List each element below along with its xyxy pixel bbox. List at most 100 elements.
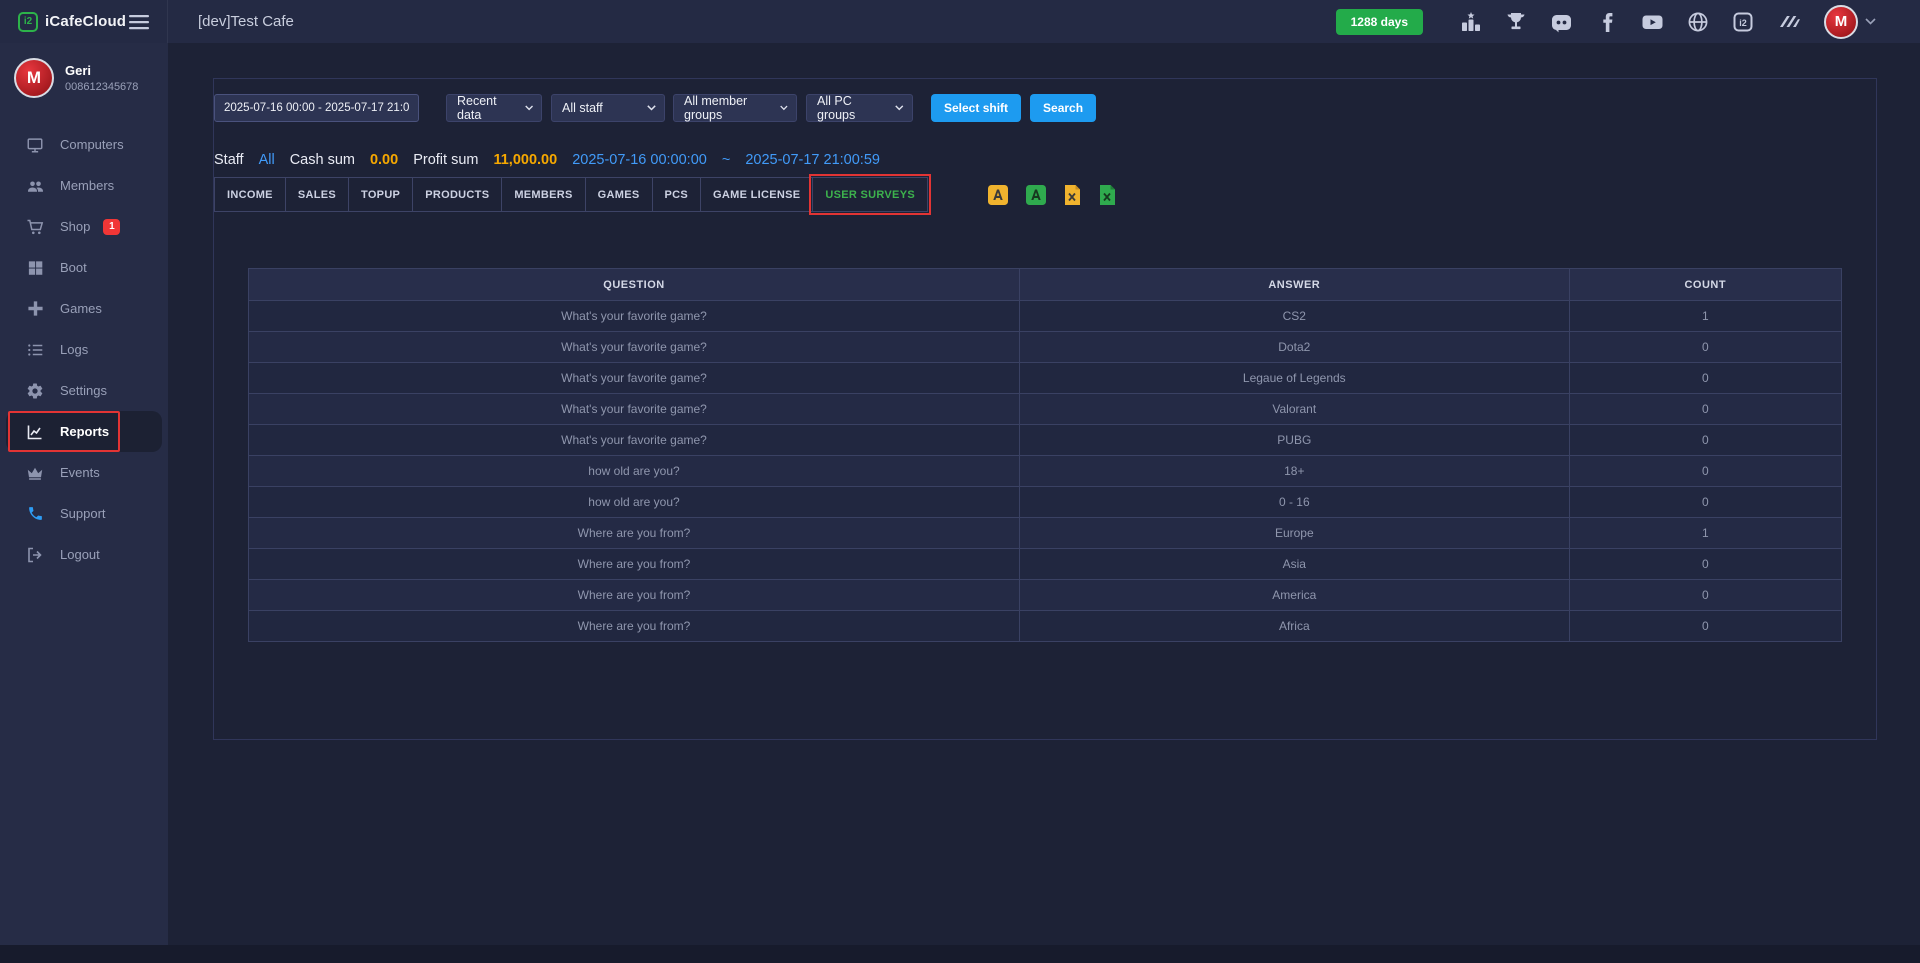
shop-cart-icon <box>26 218 44 236</box>
leaderboard-icon[interactable] <box>1460 11 1482 33</box>
table-row: What's your favorite game? Dota2 0 <box>249 332 1842 363</box>
table-row: What's your favorite game? Legaue of Leg… <box>249 363 1842 394</box>
sidebar-item-logout[interactable]: Logout <box>0 534 168 575</box>
events-crown-icon <box>26 464 44 482</box>
cell-answer: CS2 <box>1020 301 1570 332</box>
column-count: COUNT <box>1569 269 1841 301</box>
tab-games[interactable]: GAMES <box>585 177 653 212</box>
sidebar-item-reports[interactable]: Reports <box>6 411 162 452</box>
search-button[interactable]: Search <box>1030 94 1096 122</box>
reports-chart-icon <box>26 423 44 441</box>
tab-game-license[interactable]: GAME LICENSE <box>700 177 813 212</box>
cell-count: 0 <box>1569 549 1841 580</box>
chevron-down-icon <box>525 105 533 111</box>
export-pdf-green-button[interactable] <box>1026 185 1046 205</box>
table-row: Where are you from? Europe 1 <box>249 518 1842 549</box>
report-tabs: INCOME SALES TOPUP PRODUCTS MEMBERS GAME… <box>214 177 1876 212</box>
facebook-icon[interactable] <box>1596 11 1618 33</box>
sidebar-user[interactable]: M Geri 008612345678 <box>0 43 168 110</box>
export-pdf-yellow-button[interactable] <box>988 185 1008 205</box>
license-days-badge[interactable]: 1288 days <box>1336 9 1423 35</box>
cell-question: Where are you from? <box>249 580 1020 611</box>
cell-answer: 18+ <box>1020 456 1570 487</box>
sidebar-item-shop[interactable]: Shop 1 <box>0 206 168 247</box>
sidebar-item-label: Events <box>60 465 100 480</box>
sidebar-item-label: Games <box>60 301 102 316</box>
sidebar-item-settings[interactable]: Settings <box>0 370 168 411</box>
pc-groups-select[interactable]: All PC groups <box>806 94 913 122</box>
sidebar-item-members[interactable]: Members <box>0 165 168 206</box>
cell-count: 0 <box>1569 611 1841 642</box>
export-excel-green-button[interactable] <box>1099 185 1116 205</box>
support-phone-icon <box>26 505 44 522</box>
sidebar-item-computers[interactable]: Computers <box>0 124 168 165</box>
tab-members[interactable]: MEMBERS <box>501 177 585 212</box>
cell-count: 0 <box>1569 332 1841 363</box>
date-to: 2025-07-17 21:00:59 <box>745 152 880 168</box>
sidebar-item-games[interactable]: Games <box>0 288 168 329</box>
cell-answer: Africa <box>1020 611 1570 642</box>
tab-pcs[interactable]: PCS <box>652 177 702 212</box>
report-panel: Recent data All staff All member groups … <box>213 78 1877 740</box>
member-groups-select[interactable]: All member groups <box>673 94 797 122</box>
profit-sum-value: 11,000.00 <box>493 152 557 168</box>
app-logo[interactable]: i2 iCafeCloud <box>18 12 126 32</box>
tab-user-surveys[interactable]: USER SURVEYS <box>812 177 928 212</box>
trophy-icon[interactable] <box>1505 11 1527 33</box>
settings-gear-icon <box>26 382 44 400</box>
sidebar-item-label: Logs <box>60 342 88 357</box>
sidebar: M Geri 008612345678 Computers Members Sh… <box>0 43 168 945</box>
icafecloud-icon[interactable]: i2 <box>1732 11 1754 33</box>
sidebar-item-label: Settings <box>60 383 107 398</box>
sidebar-nav: Computers Members Shop 1 Boot Game <box>0 124 168 575</box>
menu-toggle-button[interactable] <box>127 12 151 32</box>
youtube-icon[interactable] <box>1641 11 1664 33</box>
sidebar-item-logs[interactable]: Logs <box>0 329 168 370</box>
cell-question: What's your favorite game? <box>249 332 1020 363</box>
staff-select[interactable]: All staff <box>551 94 665 122</box>
select-value: All member groups <box>684 94 774 122</box>
staff-value[interactable]: All <box>259 152 275 168</box>
sidebar-item-support[interactable]: Support <box>0 493 168 534</box>
cell-answer: Asia <box>1020 549 1570 580</box>
sidebar-item-events[interactable]: Events <box>0 452 168 493</box>
logout-icon <box>26 546 44 564</box>
globe-icon[interactable] <box>1687 11 1709 33</box>
cell-count: 0 <box>1569 487 1841 518</box>
cell-answer: Legaue of Legends <box>1020 363 1570 394</box>
filter-bar: Recent data All staff All member groups … <box>214 94 1876 122</box>
topbar-right: 1288 days i2 M <box>1336 5 1920 39</box>
user-avatar: M <box>14 58 54 98</box>
cell-answer: 0 - 16 <box>1020 487 1570 518</box>
select-value: Recent data <box>457 94 519 122</box>
cash-sum-value: 0.00 <box>370 152 398 168</box>
cell-question: What's your favorite game? <box>249 394 1020 425</box>
cash-sum-label: Cash sum <box>290 152 355 168</box>
cell-count: 0 <box>1569 363 1841 394</box>
export-excel-yellow-button[interactable] <box>1064 185 1081 205</box>
cell-count: 0 <box>1569 580 1841 611</box>
cell-question: What's your favorite game? <box>249 363 1020 394</box>
select-value: All PC groups <box>817 94 889 122</box>
app-logo-text: iCafeCloud <box>45 13 126 30</box>
pdf-yellow-icon <box>988 185 1008 205</box>
recent-data-select[interactable]: Recent data <box>446 94 542 122</box>
cell-answer: Dota2 <box>1020 332 1570 363</box>
sidebar-item-boot[interactable]: Boot <box>0 247 168 288</box>
date-from: 2025-07-16 00:00:00 <box>572 152 707 168</box>
brand-icon[interactable] <box>1777 11 1801 33</box>
games-icon <box>26 300 44 317</box>
user-menu[interactable]: M <box>1824 5 1876 39</box>
select-value: All staff <box>562 101 603 115</box>
tab-topup[interactable]: TOPUP <box>348 177 413 212</box>
tab-sales[interactable]: SALES <box>285 177 349 212</box>
column-answer: ANSWER <box>1020 269 1570 301</box>
discord-icon[interactable] <box>1550 11 1573 33</box>
tab-income[interactable]: INCOME <box>214 177 286 212</box>
topbar-left: i2 iCafeCloud <box>0 0 168 43</box>
footer-strip <box>0 945 1920 963</box>
select-shift-button[interactable]: Select shift <box>931 94 1021 122</box>
tab-products[interactable]: PRODUCTS <box>412 177 502 212</box>
date-range-input[interactable] <box>214 94 419 122</box>
profit-sum-label: Profit sum <box>413 152 478 168</box>
